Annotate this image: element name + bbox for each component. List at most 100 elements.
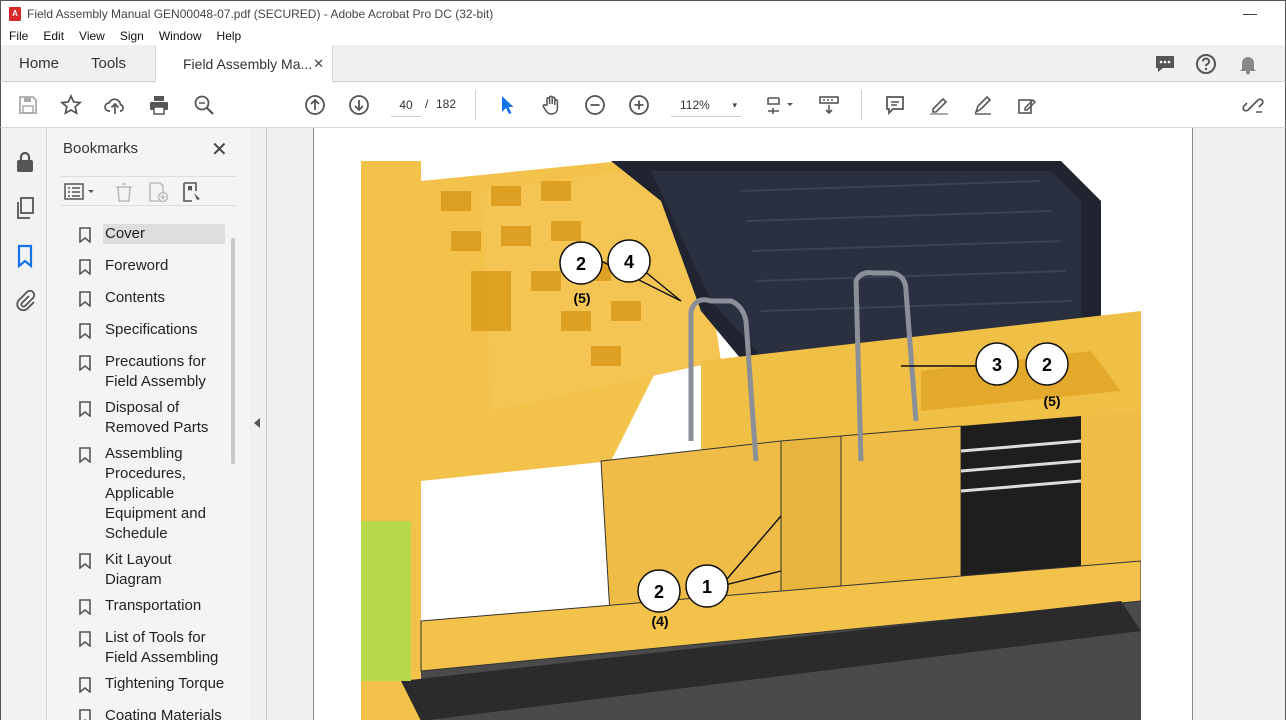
bookmarks-panel: Bookmarks ✕ Cover Foreword Contents Spec…: [47, 128, 250, 720]
previous-page-icon[interactable]: [303, 93, 327, 117]
highlight-pen-icon[interactable]: [927, 93, 951, 117]
window-title: Field Assembly Manual GEN00048-07.pdf (S…: [27, 6, 494, 21]
title-bar: A Field Assembly Manual GEN00048-07.pdf …: [0, 0, 1286, 26]
help-icon[interactable]: [1195, 53, 1217, 75]
fill-sign-icon[interactable]: [971, 93, 995, 117]
comment-icon[interactable]: [883, 93, 907, 117]
find-zoom-icon[interactable]: [192, 93, 216, 117]
bookmark-label: List of Tools for Field Assembling: [105, 629, 219, 666]
toolbar-divider: [475, 90, 476, 120]
bookmark-label: Assembling Procedures, Applicable Equipm…: [105, 445, 206, 542]
pdf-page: 2 (5) 4 3 2 (5) 2 (4) 1: [313, 128, 1193, 720]
bookmark-flag-icon: [79, 291, 91, 307]
menu-window[interactable]: Window: [151, 29, 209, 43]
print-icon[interactable]: [147, 93, 171, 117]
main-toolbar: 40 / 182 112% ▾: [0, 82, 1286, 128]
tab-home[interactable]: Home: [19, 45, 59, 82]
acrobat-app-icon: A: [9, 6, 21, 21]
tab-bar: Home Tools Field Assembly Ma... ✕: [0, 45, 1286, 83]
bookmarks-scrollbar[interactable]: [231, 238, 235, 464]
callout-number: 4: [624, 252, 634, 272]
notification-bell-icon[interactable]: [1237, 53, 1259, 75]
menu-sign[interactable]: Sign: [112, 29, 151, 43]
page-display-icon[interactable]: [763, 93, 797, 117]
comment-bubble-icon[interactable]: [1154, 53, 1176, 75]
save-icon[interactable]: [16, 93, 40, 117]
bookmark-star-icon[interactable]: [59, 93, 83, 117]
bookmark-options-icon[interactable]: [63, 181, 97, 203]
callout-sub: (5): [1043, 393, 1060, 409]
find-bookmark-icon[interactable]: [181, 181, 203, 203]
panel-splitter[interactable]: [250, 128, 267, 720]
edit-pdf-icon[interactable]: [1015, 93, 1039, 117]
bookmarks-header: Bookmarks: [63, 140, 139, 157]
page-number-input[interactable]: 40: [391, 93, 421, 117]
bookmarks-panel-icon[interactable]: [13, 244, 37, 269]
bookmark-item[interactable]: Assembling Procedures, Applicable Equipm…: [69, 444, 227, 544]
document-viewer[interactable]: 2 (5) 4 3 2 (5) 2 (4) 1: [267, 128, 1286, 720]
next-page-icon[interactable]: [347, 93, 371, 117]
bookmark-flag-icon: [79, 553, 91, 569]
bookmark-item[interactable]: List of Tools for Field Assembling: [69, 628, 227, 668]
bookmark-item[interactable]: Kit Layout Diagram: [69, 550, 227, 590]
bookmark-item[interactable]: Tightening Torque: [69, 674, 227, 694]
zoom-level-select[interactable]: 112% ▾: [671, 93, 741, 117]
callout-number: 3: [992, 355, 1002, 375]
callout-number: 1: [702, 577, 712, 597]
bookmark-item[interactable]: Cover: [69, 224, 227, 244]
bookmark-item[interactable]: Transportation: [69, 596, 227, 616]
callout-number: 2: [1042, 355, 1052, 375]
lock-icon[interactable]: [13, 150, 37, 174]
new-bookmark-icon[interactable]: [147, 181, 169, 203]
bookmark-flag-icon: [79, 227, 91, 243]
callout-number: 2: [654, 582, 664, 602]
scroll-mode-icon[interactable]: [817, 93, 841, 117]
page-total: 182: [436, 97, 457, 111]
bookmark-label: Precautions for Field Assembly: [105, 353, 206, 390]
select-cursor-icon[interactable]: [495, 93, 519, 117]
bookmark-item[interactable]: Coating Materials: [69, 706, 227, 720]
zoom-in-icon[interactable]: [627, 93, 651, 117]
hand-tool-icon[interactable]: [539, 93, 563, 117]
bookmark-flag-icon: [79, 401, 91, 417]
bookmark-label: Coating Materials: [105, 707, 222, 720]
menu-file[interactable]: File: [1, 29, 35, 43]
callout-number: 2: [576, 254, 586, 274]
bookmark-label: Tightening Torque: [105, 675, 225, 692]
menu-edit[interactable]: Edit: [35, 29, 71, 43]
bookmarks-close-icon[interactable]: ✕: [211, 137, 228, 162]
bookmark-label: Foreword: [105, 257, 169, 274]
bookmark-flag-icon: [79, 677, 91, 693]
bookmark-flag-icon: [79, 709, 91, 720]
bookmark-item[interactable]: Contents: [69, 288, 227, 308]
delete-bookmark-icon[interactable]: [113, 181, 135, 203]
bookmark-label: Kit Layout Diagram: [105, 551, 172, 588]
zoom-out-icon[interactable]: [583, 93, 607, 117]
bookmark-label: Transportation: [105, 597, 202, 614]
callout-sub: (4): [651, 613, 668, 629]
bookmark-flag-icon: [79, 447, 91, 463]
bookmark-flag-icon: [79, 631, 91, 647]
menu-help[interactable]: Help: [209, 29, 249, 43]
tab-tools[interactable]: Tools: [91, 45, 126, 82]
chevron-down-icon: ▾: [732, 100, 737, 110]
bookmark-item[interactable]: Disposal of Removed Parts: [69, 398, 227, 438]
page-thumbnails-icon[interactable]: [13, 196, 37, 220]
collapse-arrow-icon[interactable]: [254, 418, 260, 428]
tab-document-label: Field Assembly Ma...: [183, 56, 313, 72]
tab-close-icon[interactable]: ✕: [313, 56, 324, 72]
minimize-button[interactable]: —: [1243, 5, 1257, 21]
share-link-icon[interactable]: [1241, 93, 1265, 117]
bookmark-item[interactable]: Specifications: [69, 320, 227, 340]
bookmark-flag-icon: [79, 355, 91, 371]
callout-sub: (5): [573, 290, 590, 306]
tab-document[interactable]: Field Assembly Ma... ✕: [155, 45, 333, 83]
zoom-level-value: 112%: [680, 98, 710, 112]
attachments-paperclip-icon[interactable]: [13, 289, 37, 313]
bookmark-item[interactable]: Foreword: [69, 256, 227, 276]
bookmark-item[interactable]: Precautions for Field Assembly: [69, 352, 227, 392]
machine-illustration: 2 (5) 4 3 2 (5) 2 (4) 1: [361, 161, 1141, 720]
bookmark-label: Specifications: [105, 321, 198, 338]
upload-cloud-icon[interactable]: [103, 93, 127, 117]
menu-view[interactable]: View: [71, 29, 112, 43]
